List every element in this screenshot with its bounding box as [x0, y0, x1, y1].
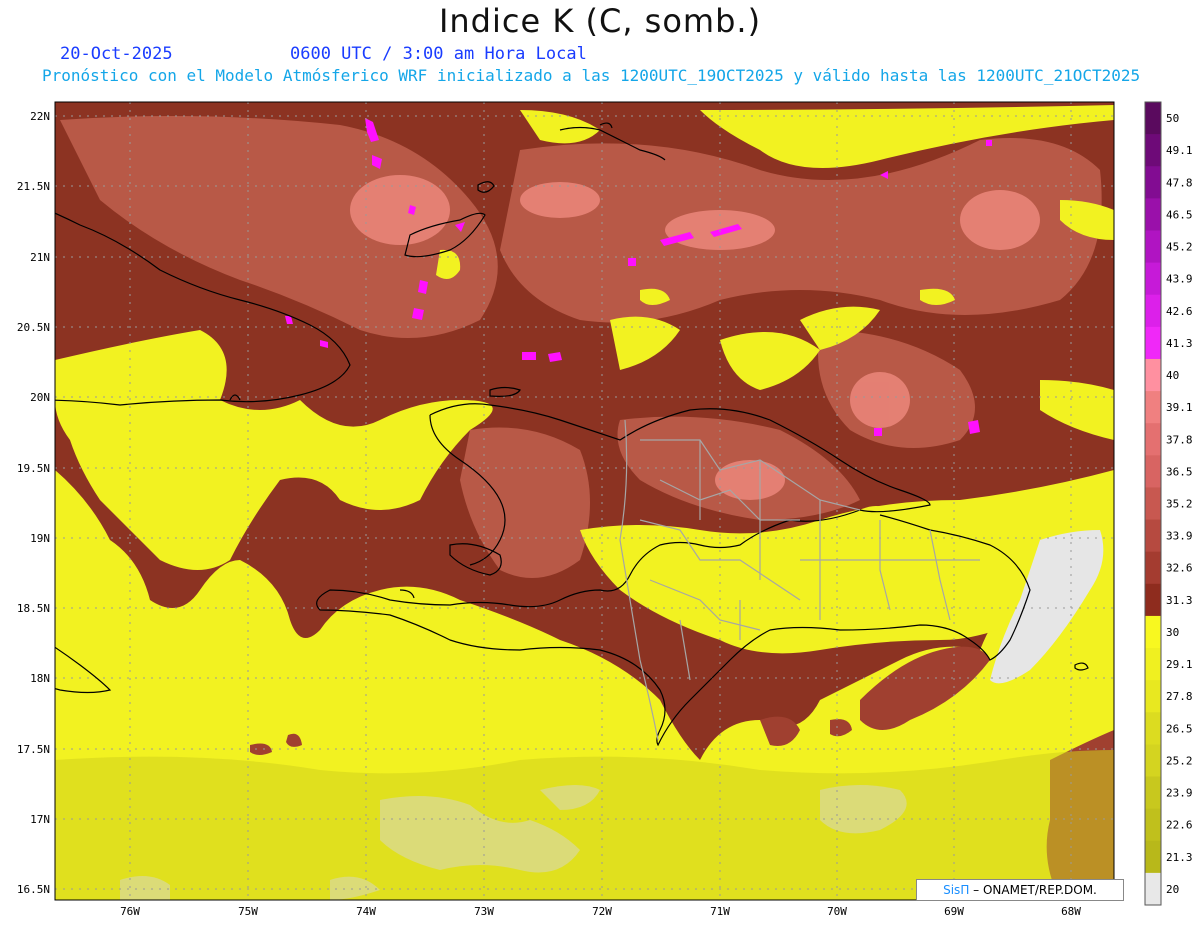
colorbar-label: 50 — [1166, 112, 1179, 125]
lat-label: 16.5N — [17, 883, 50, 896]
colorbar-swatch — [1145, 712, 1161, 745]
colorbar-swatch — [1145, 615, 1161, 649]
credit-badge: SisΠ – ONAMET/REP.DOM. — [916, 879, 1124, 901]
colorbar-label: 27.8 — [1166, 690, 1193, 703]
colorbar-swatch — [1145, 134, 1161, 167]
colorbar-legend: 50 49.1 47.8 46.5 45.2 43.9 42.6 41.3 40 39.1 37.8… — [1144, 101, 1193, 906]
colorbar-swatch — [1145, 358, 1161, 392]
lat-label: 22N — [30, 110, 50, 123]
colorbar-swatch — [1145, 487, 1161, 521]
colorbar-label: 43.9 — [1166, 273, 1193, 286]
lon-label: 75W — [238, 905, 258, 918]
colorbar-swatch — [1145, 423, 1161, 456]
colorbar-swatch — [1145, 776, 1161, 810]
lon-label: 74W — [356, 905, 376, 918]
map-panel — [55, 102, 1114, 900]
colorbar-label: 35.2 — [1166, 498, 1193, 511]
lat-label: 18.5N — [17, 602, 50, 615]
k-index-20-25-band — [55, 750, 1114, 900]
colorbar-label: 45.2 — [1166, 241, 1193, 254]
colorbar-swatch — [1145, 326, 1161, 360]
lon-label: 73W — [474, 905, 494, 918]
sispi-logo: SisΠ — [943, 883, 970, 897]
credit-text: – ONAMET/REP.DOM. — [969, 883, 1097, 897]
colorbar-label: 32.6 — [1166, 562, 1193, 575]
colorbar-label: 41.3 — [1166, 337, 1193, 350]
colorbar-label: 21.3 — [1166, 851, 1193, 864]
colorbar-swatch — [1145, 551, 1161, 585]
colorbar-label: 37.8 — [1166, 433, 1193, 446]
lon-label: 68W — [1061, 905, 1081, 918]
colorbar-swatch — [1145, 391, 1161, 424]
colorbar-swatch — [1145, 680, 1161, 713]
colorbar-label: 49.1 — [1166, 144, 1193, 157]
lon-label: 70W — [827, 905, 847, 918]
lat-label: 20.5N — [17, 321, 50, 334]
forecast-description: Pronóstico con el Modelo Atmósferico WRF… — [42, 66, 1141, 85]
colorbar-swatch — [1145, 583, 1161, 617]
colorbar-label: 25.2 — [1166, 754, 1193, 767]
colorbar-swatch — [1145, 166, 1161, 199]
colorbar-label: 42.6 — [1166, 305, 1193, 318]
colorbar-swatch — [1145, 455, 1161, 488]
lat-label: 21N — [30, 251, 50, 264]
colorbar-label: 36.5 — [1166, 465, 1193, 478]
lat-label: 19.5N — [17, 462, 50, 475]
colorbar-swatch — [1145, 262, 1161, 296]
colorbar-label: 47.8 — [1166, 176, 1193, 189]
colorbar-swatch — [1145, 294, 1161, 328]
lat-label: 21.5N — [17, 180, 50, 193]
colorbar-swatch — [1145, 808, 1161, 842]
lon-label: 76W — [120, 905, 140, 918]
lon-label: 69W — [944, 905, 964, 918]
colorbar-swatch — [1145, 198, 1161, 231]
lat-label: 17N — [30, 813, 50, 826]
colorbar-label: 40 — [1166, 369, 1179, 382]
lon-label: 72W — [592, 905, 612, 918]
lat-label: 19N — [30, 532, 50, 545]
lat-label: 18N — [30, 672, 50, 685]
colorbar-label: 33.9 — [1166, 530, 1193, 543]
colorbar-label: 20 — [1166, 883, 1179, 896]
colorbar-swatch — [1145, 840, 1161, 874]
longitude-axis: 76W 75W 74W 73W 72W 71W 70W 69W 68W — [120, 905, 1081, 918]
colorbar-swatch — [1145, 519, 1161, 553]
colorbar-label: 30 — [1166, 626, 1179, 639]
colorbar-swatch — [1145, 648, 1161, 681]
colorbar-label: 31.3 — [1166, 594, 1193, 607]
chart-title: Indice K (C, somb.) — [438, 2, 762, 40]
colorbar-swatch — [1145, 872, 1161, 906]
colorbar-label: 22.6 — [1166, 819, 1193, 832]
lat-label: 17.5N — [17, 743, 50, 756]
latitude-axis: 22N 21.5N 21N 20.5N 20N 19.5N 19N 18.5N … — [17, 110, 50, 896]
k-index-map: 22N 21.5N 21N 20.5N 20N 19.5N 19N 18.5N … — [17, 101, 1193, 918]
colorbar-label: 29.1 — [1166, 658, 1193, 671]
colorbar-label: 39.1 — [1166, 401, 1193, 414]
colorbar-label: 23.9 — [1166, 787, 1193, 800]
valid-time: 0600 UTC / 3:00 am Hora Local — [290, 44, 587, 64]
colorbar-swatch — [1145, 744, 1161, 778]
colorbar-label: 26.5 — [1166, 722, 1193, 735]
lat-label: 20N — [30, 391, 50, 404]
colorbar-swatch — [1145, 102, 1161, 135]
colorbar-swatch — [1145, 230, 1161, 264]
lon-label: 71W — [710, 905, 730, 918]
valid-date: 20-Oct-2025 — [60, 44, 173, 64]
colorbar-label: 46.5 — [1166, 208, 1193, 221]
